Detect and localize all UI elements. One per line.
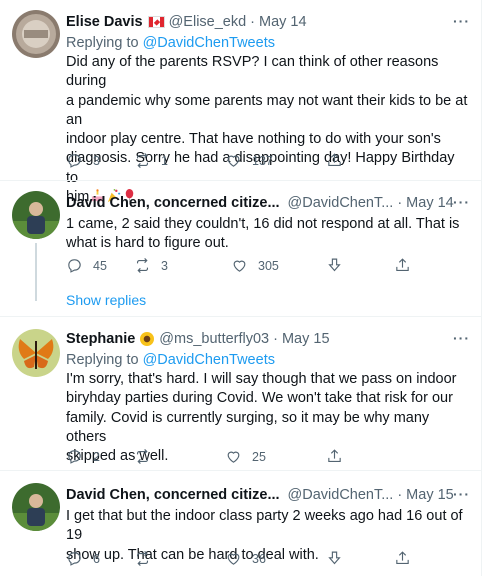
share-button[interactable] bbox=[326, 152, 343, 169]
reply-button[interactable]: 45 bbox=[66, 257, 107, 274]
like-button[interactable]: 36 bbox=[225, 550, 266, 567]
reply-icon bbox=[68, 450, 81, 464]
share-icon bbox=[328, 153, 341, 167]
share-button[interactable] bbox=[394, 257, 411, 274]
download-icon bbox=[328, 551, 341, 565]
more-options-icon[interactable]: ··· bbox=[453, 194, 470, 210]
like-count: 305 bbox=[258, 258, 279, 273]
like-count: 25 bbox=[252, 449, 266, 464]
separator-dot: · bbox=[397, 487, 403, 503]
share-icon bbox=[328, 449, 341, 463]
like-button[interactable]: 137 bbox=[225, 152, 273, 169]
tweet-text-line: skipped as well. bbox=[66, 448, 169, 465]
tweet-text-line: indoor play centre. That have nothing to… bbox=[66, 131, 441, 148]
heart-icon bbox=[227, 553, 240, 565]
share-icon bbox=[396, 551, 409, 565]
tweet-date[interactable]: May 14 bbox=[406, 194, 454, 212]
replying-to-line: Replying to @DavidChenTweets bbox=[66, 34, 470, 53]
more-options-icon[interactable]: ··· bbox=[453, 486, 470, 502]
canada-flag-icon bbox=[147, 16, 165, 28]
replying-to-label: Replying to bbox=[66, 35, 139, 51]
reply-icon bbox=[68, 154, 81, 168]
author-handle[interactable]: @DavidChenT... bbox=[288, 194, 394, 212]
more-options-icon[interactable]: ··· bbox=[453, 330, 470, 346]
tweet-text-line: family. Covid is currently surging, so i… bbox=[66, 409, 430, 445]
download-icon bbox=[328, 258, 341, 272]
like-count: 137 bbox=[252, 153, 273, 168]
download-button[interactable] bbox=[326, 550, 343, 567]
heart-icon bbox=[233, 260, 246, 272]
reply-button[interactable]: 3 bbox=[66, 152, 100, 169]
tweet-elise[interactable]: Elise Davis @Elise_ekd · May 14 ··· Repl… bbox=[0, 0, 482, 205]
replying-to-handle[interactable]: @DavidChenTweets bbox=[143, 352, 275, 368]
reply-count: 6 bbox=[93, 551, 100, 566]
retweet-button[interactable]: 3 bbox=[134, 257, 168, 274]
replying-to-label: Replying to bbox=[66, 352, 139, 368]
author-name[interactable]: Stephanie bbox=[66, 330, 135, 348]
separator-dot: · bbox=[397, 195, 403, 211]
avatar-david[interactable] bbox=[12, 483, 60, 531]
tweet-text-line: Did any of the parents RSVP? I can think… bbox=[66, 54, 439, 90]
tweet-text-line: what is hard to figure out. bbox=[66, 235, 229, 252]
sunflower-icon bbox=[140, 332, 155, 346]
download-button[interactable] bbox=[326, 257, 343, 274]
reply-button[interactable]: 6 bbox=[66, 550, 100, 567]
show-replies-link[interactable]: Show replies bbox=[66, 292, 146, 308]
replying-to-line: Replying to @DavidChenTweets bbox=[66, 351, 470, 370]
reply-icon bbox=[68, 552, 81, 566]
tweet-text-line: I get that but the indoor class party 2 … bbox=[66, 508, 463, 544]
share-button[interactable] bbox=[326, 448, 343, 465]
tweet-text: 1 came, 2 said they couldn't, 16 did not… bbox=[66, 215, 470, 254]
like-button[interactable]: 305 bbox=[231, 257, 279, 274]
like-count: 36 bbox=[252, 551, 266, 566]
reply-count: 45 bbox=[93, 258, 107, 273]
conversation-thread: Elise Davis @Elise_ekd · May 14 ··· Repl… bbox=[0, 0, 482, 576]
tweet-text-line: a pandemic why some parents may not want… bbox=[66, 92, 468, 128]
retweet-count: 1 bbox=[161, 153, 168, 168]
tweet-text-line: I'm sorry, that's hard. I will say thoug… bbox=[66, 371, 457, 387]
separator-dot: · bbox=[250, 14, 256, 30]
avatar-david[interactable] bbox=[12, 191, 60, 239]
retweet-icon bbox=[136, 258, 149, 273]
retweet-count: 3 bbox=[161, 258, 168, 273]
retweet-icon bbox=[136, 153, 149, 168]
heart-icon bbox=[227, 451, 240, 463]
tweet-text-line: biryhday parties during Covid. We won't … bbox=[66, 390, 453, 407]
reply-count: 3 bbox=[93, 153, 100, 168]
author-name[interactable]: David Chen, concerned citize... bbox=[66, 194, 280, 212]
tweet-david-1[interactable]: David Chen, concerned citize... @DavidCh… bbox=[0, 181, 482, 316]
more-options-icon[interactable]: ··· bbox=[453, 13, 470, 29]
heart-icon bbox=[227, 155, 240, 167]
retweet-button[interactable] bbox=[134, 448, 161, 465]
tweet-date[interactable]: May 14 bbox=[259, 13, 307, 31]
author-handle[interactable]: @ms_butterfly03 bbox=[159, 330, 269, 348]
retweet-icon bbox=[136, 551, 149, 566]
retweet-button[interactable]: 1 bbox=[134, 152, 168, 169]
reply-count: 2 bbox=[93, 449, 100, 464]
author-name[interactable]: David Chen, concerned citize... bbox=[66, 486, 280, 504]
tweet-text-line: 1 came, 2 said they couldn't, 16 did not… bbox=[66, 216, 460, 232]
like-button[interactable]: 25 bbox=[225, 448, 266, 465]
author-name[interactable]: Elise Davis bbox=[66, 13, 143, 31]
tweet-david-2[interactable]: David Chen, concerned citize... @DavidCh… bbox=[0, 471, 482, 576]
avatar-elise[interactable] bbox=[12, 10, 60, 58]
retweet-icon bbox=[136, 449, 149, 464]
retweet-button[interactable] bbox=[134, 550, 161, 567]
replying-to-handle[interactable]: @DavidChenTweets bbox=[143, 35, 275, 51]
thread-connector-line bbox=[35, 243, 37, 301]
share-button[interactable] bbox=[394, 550, 411, 567]
tweet-date[interactable]: May 15 bbox=[406, 486, 454, 504]
share-icon bbox=[396, 258, 409, 272]
author-handle[interactable]: @DavidChenT... bbox=[288, 486, 394, 504]
tweet-date[interactable]: May 15 bbox=[282, 330, 330, 348]
tweet-stephanie[interactable]: Stephanie @ms_butterfly03 · May 15 ··· R… bbox=[0, 317, 482, 470]
avatar-stephanie[interactable] bbox=[12, 329, 60, 377]
tweet-text: I'm sorry, that's hard. I will say thoug… bbox=[66, 370, 470, 466]
reply-icon bbox=[68, 259, 81, 273]
reply-button[interactable]: 2 bbox=[66, 448, 100, 465]
author-handle[interactable]: @Elise_ekd bbox=[169, 13, 247, 31]
separator-dot: · bbox=[273, 331, 278, 347]
